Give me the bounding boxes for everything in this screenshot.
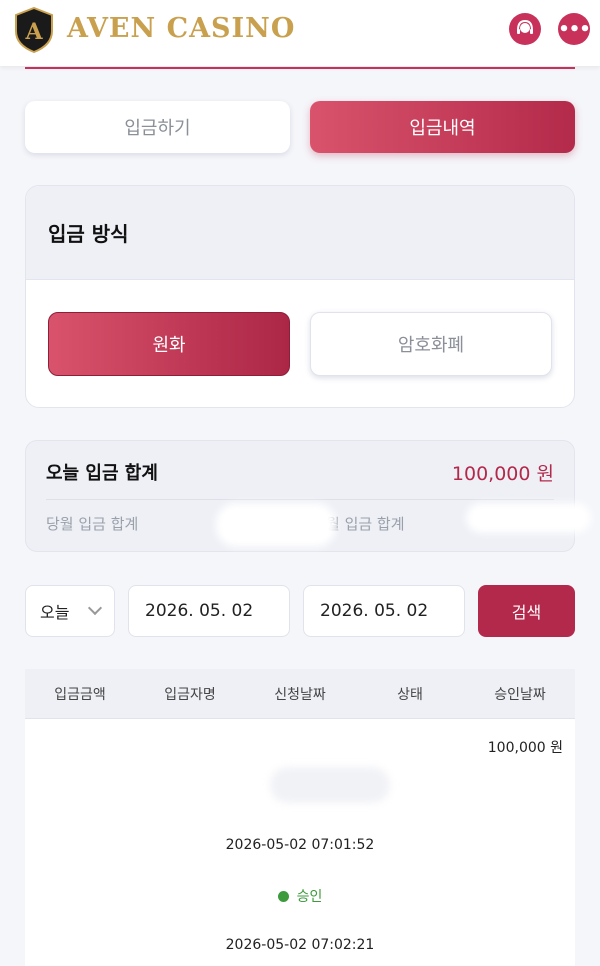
- redaction-mark: [466, 503, 591, 533]
- period-select[interactable]: 오늘: [25, 585, 115, 637]
- chat-dots-icon: •••: [558, 18, 591, 40]
- period-select-value: 오늘: [40, 603, 70, 622]
- column-header-approval-date: 승인날짜: [494, 686, 546, 703]
- status-dot-icon: [277, 891, 289, 902]
- column-header-depositor: 입금자명: [164, 686, 216, 703]
- method-krw-button[interactable]: 원화: [48, 312, 290, 376]
- today-total-value: 100,000 원: [451, 463, 554, 485]
- summary-divider: [46, 499, 554, 500]
- logo-icon[interactable]: A: [14, 7, 54, 53]
- search-button[interactable]: 검색: [478, 585, 575, 637]
- start-date-field[interactable]: 2026. 05. 02: [128, 585, 290, 637]
- deposit-summary-card: 오늘 입금 합계 100,000 원 당월 입금 합계 월 입금 합계: [25, 440, 591, 552]
- row-status-label: 승인: [296, 889, 323, 905]
- end-date-field[interactable]: 2026. 05. 02: [303, 585, 465, 637]
- row-amount: 100,000 원: [487, 740, 563, 756]
- header-divider: [25, 67, 575, 69]
- tab-deposit-history[interactable]: 입금내역: [310, 101, 575, 153]
- row-request-date: 2026-05-02 07:01:52: [225, 837, 375, 853]
- logo-letter: A: [24, 19, 43, 45]
- brand-name[interactable]: AVEN CASINO: [67, 13, 295, 44]
- column-header-request-date: 신청날짜: [274, 686, 326, 703]
- table-row: 100,000 원 2026-05-02 07:01:52 승인 2026-05…: [25, 719, 575, 966]
- row-status: 승인: [25, 886, 575, 906]
- other-total-label: 월 입금 합계: [326, 515, 405, 533]
- tab-deposit[interactable]: 입금하기: [25, 101, 290, 153]
- deposit-method-title: 입금 방식: [26, 186, 574, 280]
- redaction-mark: [270, 767, 390, 803]
- app-header: A AVEN CASINO •••: [0, 0, 600, 66]
- column-header-amount: 입금금액: [54, 686, 106, 703]
- redaction-mark: [216, 503, 336, 547]
- chat-button[interactable]: •••: [558, 13, 591, 45]
- monthly-total-label: 당월 입금 합계: [46, 515, 139, 533]
- headset-icon: [517, 19, 533, 34]
- row-approval-date: 2026-05-02 07:02:21: [225, 937, 375, 953]
- deposit-method-card: 입금 방식 원화 암호화폐: [25, 185, 575, 408]
- method-crypto-button[interactable]: 암호화폐: [310, 312, 552, 376]
- chevron-down-icon: [87, 600, 103, 616]
- today-total-label: 오늘 입금 합계: [46, 463, 158, 484]
- support-button[interactable]: [509, 13, 541, 45]
- column-header-status: 상태: [397, 686, 423, 703]
- table-header: 입금금액 입금자명 신청날짜 상태 승인날짜: [25, 669, 575, 719]
